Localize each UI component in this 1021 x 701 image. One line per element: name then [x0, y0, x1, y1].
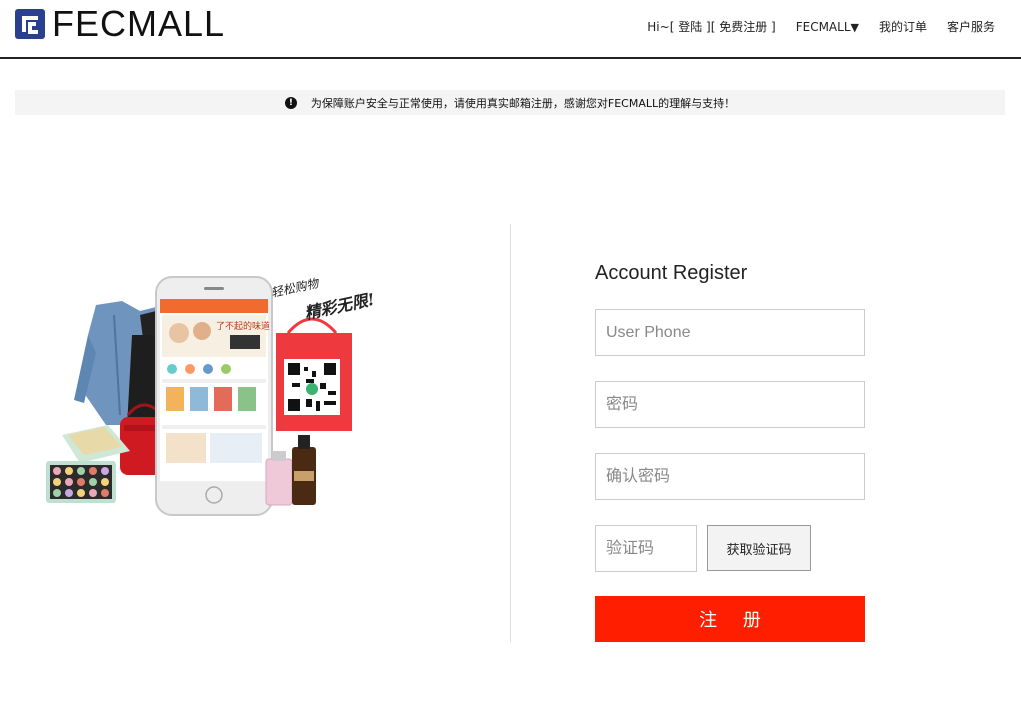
nav-site-menu-label: FECMALL: [795, 19, 851, 34]
vertical-divider: [510, 224, 511, 642]
notice-text: 为保障账户安全与正常使用，请使用真实邮箱注册，感谢您对FECMALL的理解与支持…: [310, 96, 736, 110]
verification-code-input[interactable]: [595, 525, 697, 572]
nav-register-link[interactable]: [ 免费注册 ]: [711, 18, 776, 35]
promo-illustration: 了不起的味道 轻松购物 精彩无限!: [46, 276, 376, 516]
site-header: FECMALL Hi~ [ 登陆 ] [ 免费注册 ] FECMALL▼ 我的订…: [0, 0, 1021, 59]
logo-mark-icon: [15, 9, 45, 39]
nav-orders-link[interactable]: 我的订单: [879, 18, 927, 35]
password-input[interactable]: [595, 381, 865, 428]
site-logo[interactable]: FECMALL: [14, 6, 225, 42]
nav-service-link[interactable]: 客户服务: [947, 18, 995, 35]
nav-login-link[interactable]: [ 登陆 ]: [670, 18, 711, 35]
caret-down-icon: ▼: [850, 20, 859, 34]
top-nav: Hi~ [ 登陆 ] [ 免费注册 ] FECMALL▼ 我的订单 客户服务: [647, 18, 995, 35]
get-code-button[interactable]: 获取验证码: [707, 525, 811, 571]
promo-slogan-line1: 轻松购物: [270, 276, 322, 300]
perfume-image: [265, 435, 316, 506]
promo-slogan-line2: 精彩无限!: [303, 290, 376, 323]
exclamation-icon: !: [284, 96, 297, 109]
notice-bar: ! 为保障账户安全与正常使用，请使用真实邮箱注册，感谢您对FECMALL的理解与…: [15, 90, 1005, 115]
form-title: Account Register: [595, 262, 748, 284]
phone-mockup-image: 了不起的味道: [155, 276, 273, 516]
qr-code-bag-image: [276, 317, 352, 431]
nav-greeting: Hi~: [647, 19, 670, 34]
logo-text: FECMALL: [52, 3, 226, 44]
phone-banner-text: 了不起的味道: [216, 320, 270, 332]
confirm-password-input[interactable]: [595, 453, 865, 500]
phone-input[interactable]: [595, 309, 865, 356]
macaron-box-image: [46, 425, 130, 503]
register-button[interactable]: 注 册: [595, 596, 865, 642]
nav-site-menu[interactable]: FECMALL▼: [796, 20, 859, 34]
